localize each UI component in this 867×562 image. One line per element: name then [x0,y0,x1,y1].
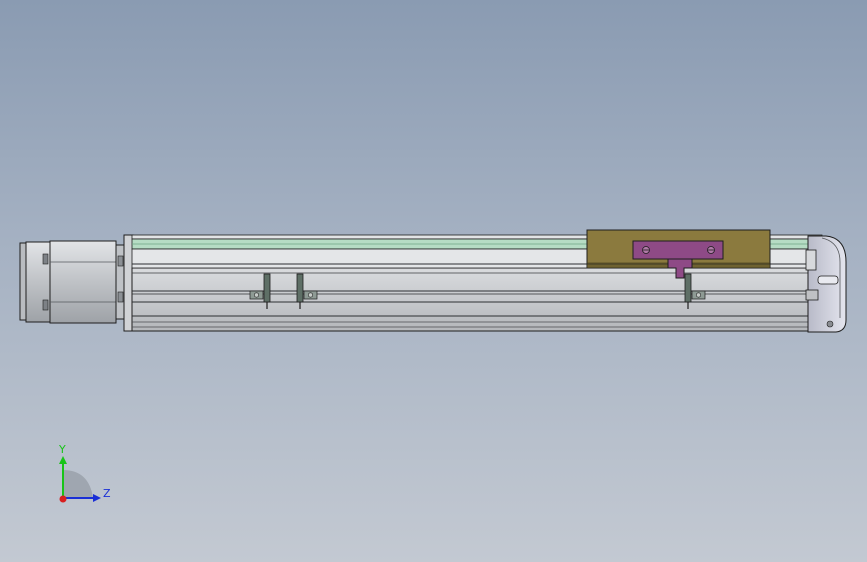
orientation-triad: Y Z [58,443,111,503]
cad-viewport[interactable]: Y Z [0,0,867,562]
stepper-motor [19,240,117,324]
origin-dot [59,495,67,503]
end-cap [805,235,847,333]
y-axis-arrowhead [59,456,67,464]
triad-plane [63,470,93,498]
rail-body [131,267,817,332]
motor-flange [115,234,134,332]
y-axis-label: Y [58,443,66,456]
z-axis-label: Z [103,487,111,500]
z-axis-arrowhead [93,494,101,502]
